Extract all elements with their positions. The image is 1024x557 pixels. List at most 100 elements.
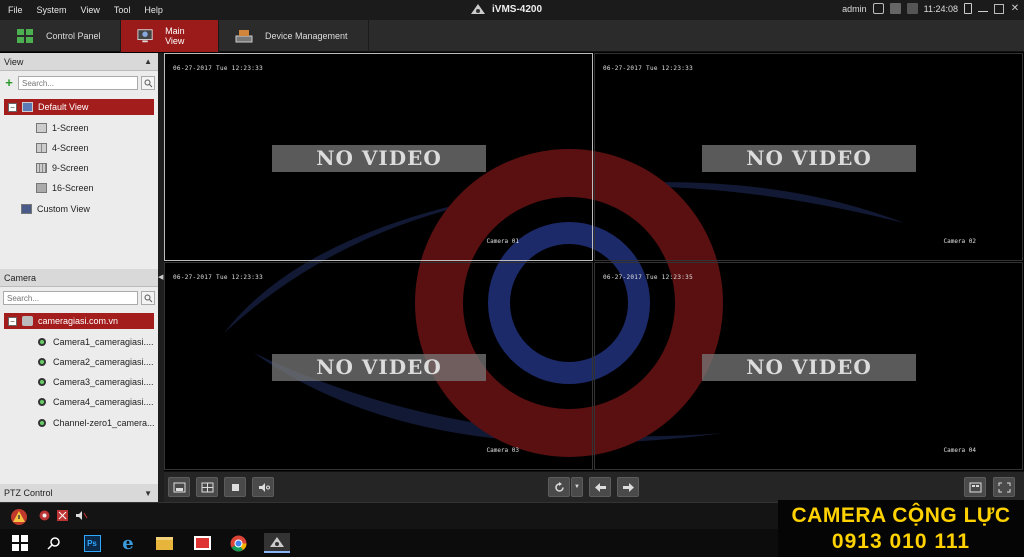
alarm-sound-icon[interactable] [38,509,51,522]
photoshop-taskbar-icon[interactable]: Ps [82,533,102,553]
chevron-down-icon[interactable]: ▼ [144,489,152,498]
menu-bar: File System View Tool Help iVMS-4200 adm… [0,0,1024,20]
chevron-up-icon[interactable]: ▲ [144,57,152,66]
app-taskbar-icon[interactable] [192,533,212,553]
camera-item[interactable]: Channel-zero1_camera... [37,415,155,431]
promo-banner: CAMERA CỘNG LỰC 0913 010 111 [778,500,1024,557]
collapse-icon[interactable]: − [8,102,17,112]
video-cell-1[interactable]: 06-27-2017 Tue 12:23:33 NO VIDEO Camera … [164,53,593,261]
tab-label: Control Panel [46,31,101,41]
search-icon[interactable] [141,291,155,305]
screen-layout-icon [969,482,981,492]
auto-switch-button[interactable] [548,477,570,497]
tree-camera-group-label: cameragiasi.com.vn [38,316,119,326]
camera-panel-title: Camera [4,272,37,283]
ptz-panel-header[interactable]: PTZ Control ▼ [0,484,158,502]
view-panel-title: View [4,56,24,67]
audio-toggle-button[interactable] [252,477,274,497]
minimize-button[interactable] [978,6,988,12]
start-button[interactable] [10,533,30,553]
menu-file[interactable]: File [0,5,30,15]
ram-usage-icon[interactable] [906,3,918,14]
tree-item-4-screen[interactable]: 4-Screen [36,140,89,156]
edge-taskbar-icon[interactable]: e [118,533,138,554]
tree-item-16-screen[interactable]: 16-Screen [36,180,94,196]
video-cell-3[interactable]: 06-27-2017 Tue 12:23:33 NO VIDEO Camera … [164,262,593,470]
no-video-label: NO VIDEO [272,354,486,381]
fullscreen-icon [998,482,1010,492]
search-icon[interactable] [141,76,155,90]
video-cell-2[interactable]: 06-27-2017 Tue 12:23:33 NO VIDEO Camera … [594,53,1023,261]
stop-all-button[interactable] [224,477,246,497]
tab-control-panel[interactable]: Control Panel [0,20,121,52]
tree-item-label: 1-Screen [52,123,89,133]
caret-down-icon: ▼ [574,484,580,490]
video-cell-4[interactable]: 06-27-2017 Tue 12:23:35 NO VIDEO Camera … [594,262,1023,470]
save-view-button[interactable] [168,477,190,497]
lock-icon[interactable] [964,3,972,14]
camera-item[interactable]: Camera3_cameragiasi.... [37,374,154,390]
tab-device-management[interactable]: Device Management [219,20,369,52]
close-button[interactable]: ✕ [1010,3,1020,14]
auto-switch-dropdown[interactable]: ▼ [571,477,583,497]
windows-logo-icon [12,535,28,551]
module-tabs: Control Panel Main View Device Managemen… [0,20,1024,52]
stop-icon [231,483,239,491]
ivms-taskbar-icon[interactable] [264,533,290,553]
alarm-mute-icon[interactable] [75,509,88,522]
ptz-panel-title: PTZ Control [4,488,53,498]
next-page-button[interactable] [617,477,639,497]
chrome-taskbar-icon[interactable] [228,533,248,553]
camera-item-label: Camera2_cameragiasi.... [53,357,154,367]
tree-default-view[interactable]: − Default View [4,99,154,115]
menu-tool[interactable]: Tool [107,5,138,15]
camera-search-input[interactable] [3,291,138,305]
device-group-icon [22,316,33,326]
tree-camera-group[interactable]: − cameragiasi.com.vn [4,313,154,329]
collapse-icon[interactable]: − [8,316,17,326]
view-search-input[interactable] [18,76,138,90]
tab-main-view[interactable]: Main View [121,20,219,52]
no-video-label: NO VIDEO [702,145,916,172]
file-explorer-taskbar-icon[interactable] [154,533,174,553]
fullscreen-button[interactable] [993,477,1015,497]
tree-item-label: 9-Screen [52,163,89,173]
view-search-row: + [3,75,155,91]
add-view-button[interactable]: + [3,76,15,89]
camera-icon [38,358,46,366]
camera-icon [38,338,46,346]
osd-timestamp: 06-27-2017 Tue 12:23:35 [603,274,693,281]
cpu-usage-icon[interactable] [889,3,901,14]
app-logo-icon [471,4,485,14]
menu-system[interactable]: System [30,5,74,15]
save-view-icon [173,482,185,492]
screen-layout-button[interactable] [964,477,986,497]
maximize-button[interactable] [994,3,1004,14]
osd-timestamp: 06-27-2017 Tue 12:23:33 [603,65,693,72]
tree-item-9-screen[interactable]: 9-Screen [36,160,89,176]
chrome-icon [230,535,246,551]
osd-camera-name: Camera 01 [486,238,519,245]
menu-help[interactable]: Help [137,5,170,15]
camera-item[interactable]: Camera4_cameragiasi.... [37,394,154,410]
search-taskbar-button[interactable] [44,533,64,553]
window-division-button[interactable] [196,477,218,497]
tab-label: Main View [165,26,185,46]
lock-status-icon[interactable] [872,3,884,14]
camera-item[interactable]: Camera1_cameragiasi.... [37,334,154,350]
no-video-label: NO VIDEO [702,354,916,381]
menu-view[interactable]: View [74,5,107,15]
alarm-clear-icon[interactable] [56,509,69,522]
camera-item[interactable]: Camera2_cameragiasi.... [37,354,154,370]
previous-page-button[interactable] [589,477,611,497]
user-name[interactable]: admin [842,4,867,14]
left-sidebar: View ▲ + − Default View 1-Screen 4-Scree… [0,53,158,502]
camera-panel-header[interactable]: Camera [0,269,158,287]
view-panel-header[interactable]: View ▲ [0,53,158,71]
app-logo-icon [270,537,284,547]
video-grid[interactable]: 06-27-2017 Tue 12:23:33 NO VIDEO Camera … [164,53,1024,471]
tree-custom-view[interactable]: Custom View [21,201,90,217]
tree-item-1-screen[interactable]: 1-Screen [36,120,89,136]
camera-search-row [3,290,155,306]
alarm-warning-icon[interactable] [10,508,28,526]
